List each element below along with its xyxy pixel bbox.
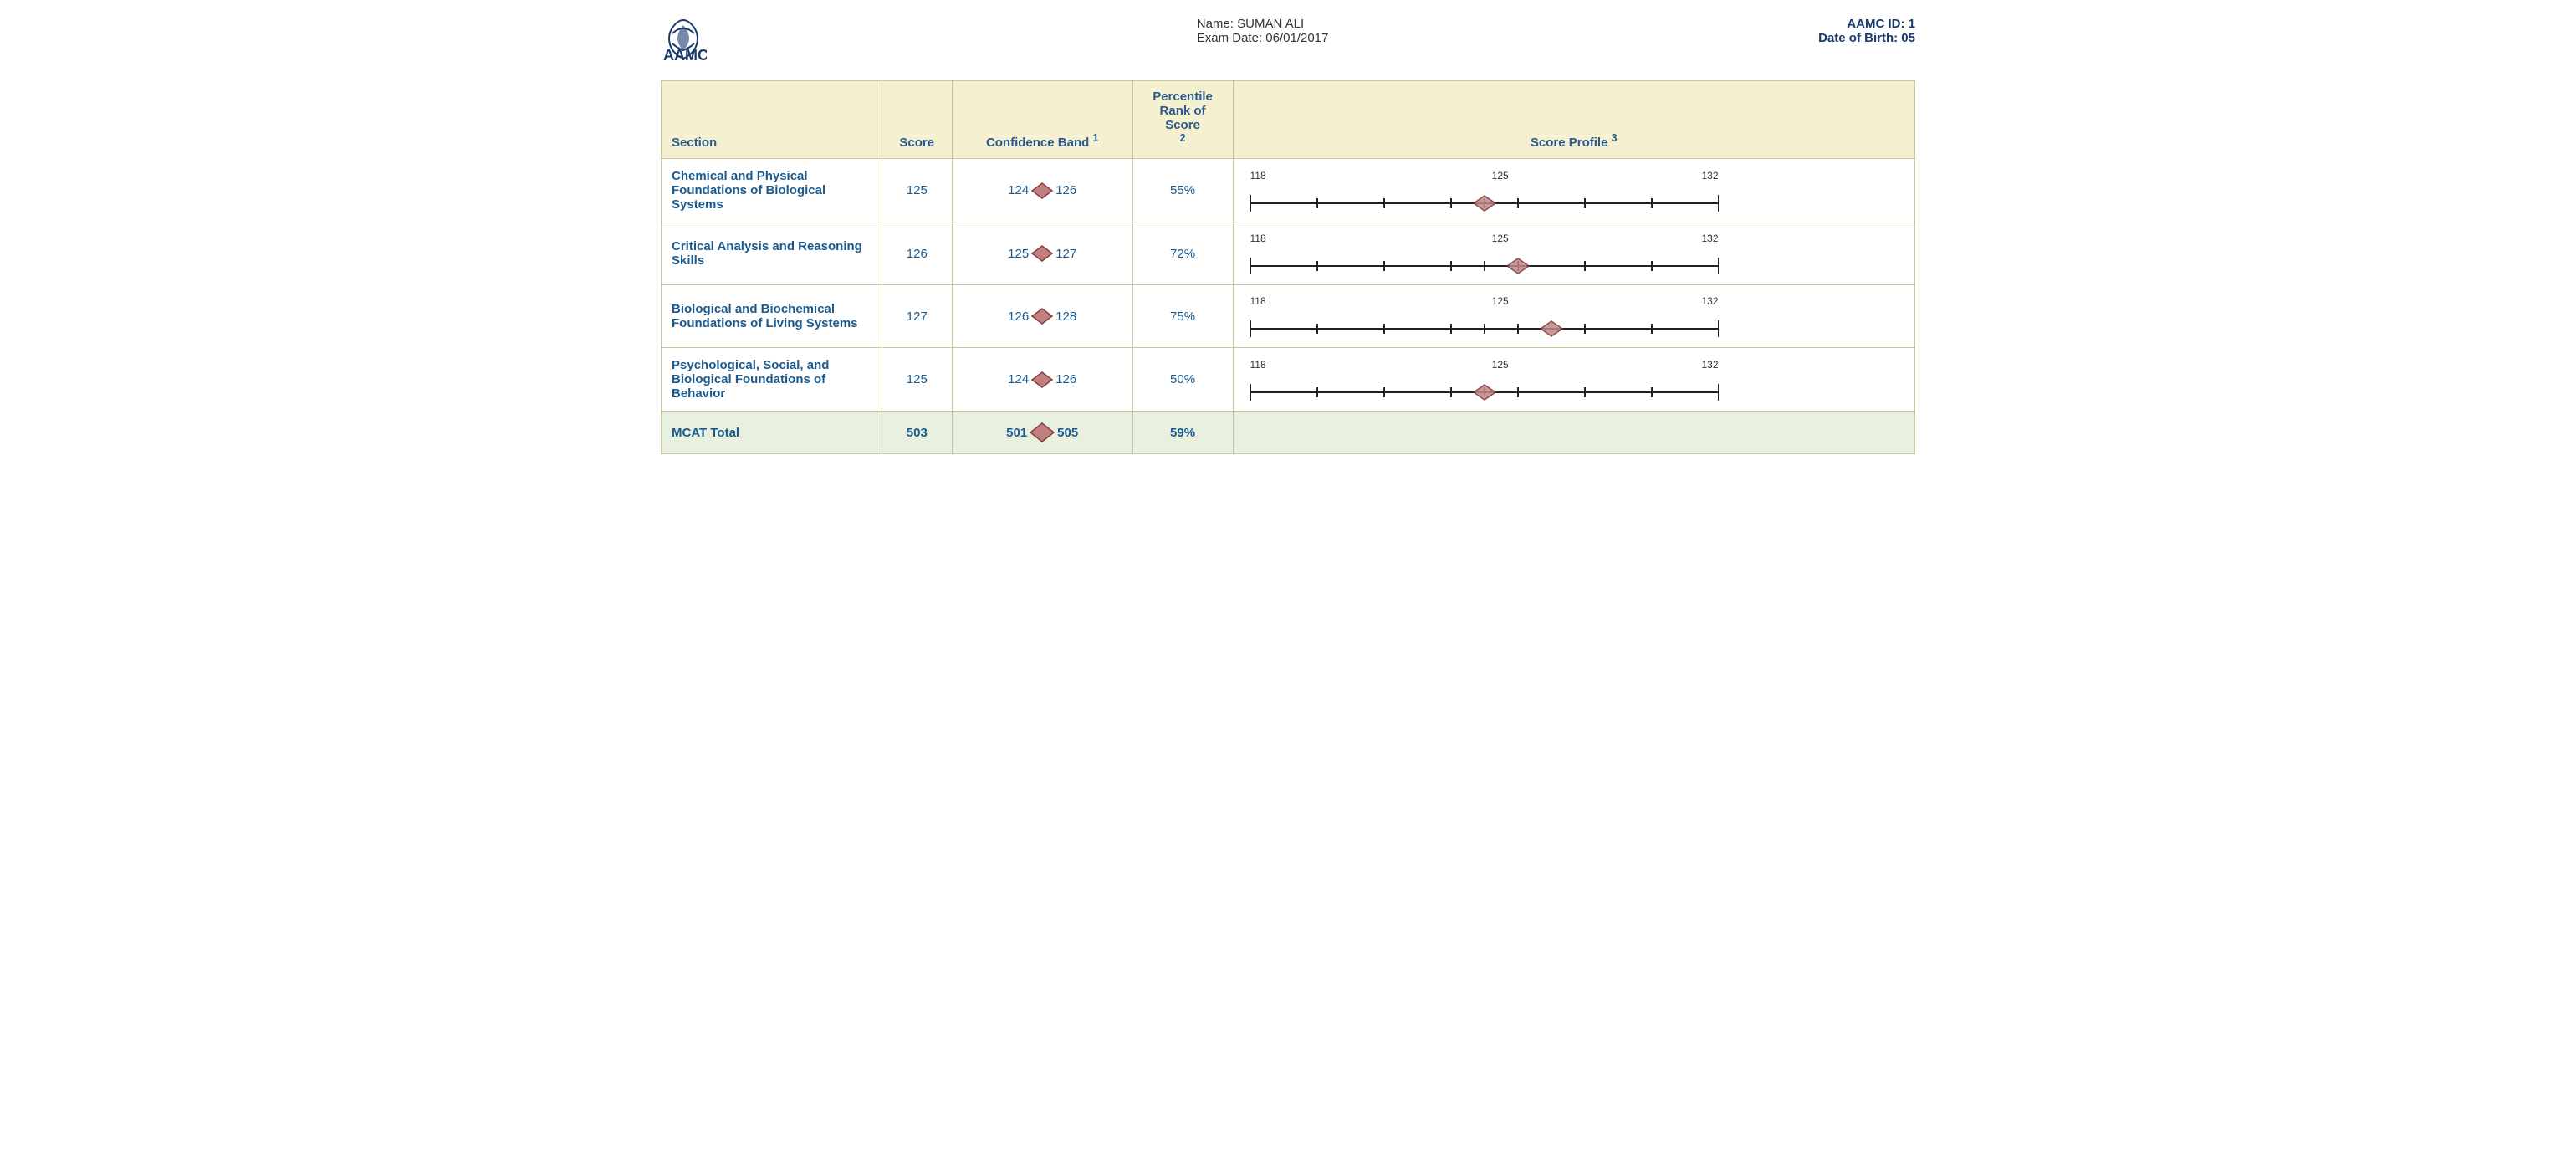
section-name: Critical Analysis and Reasoning Skills [662, 222, 882, 285]
percentile-value: 50% [1132, 348, 1233, 412]
header-score: Score [882, 81, 952, 159]
score-value: 125 [882, 348, 952, 412]
score-value: 125 [882, 159, 952, 222]
header-right: AAMC ID: 1 Date of Birth: 05 [1818, 17, 1915, 45]
confidence-band: 125 127 [952, 222, 1132, 285]
table-header-row: Section Score Confidence Band 1 Percenti… [662, 81, 1915, 159]
header-center: Name: SUMAN ALI Exam Date: 06/01/2017 [1197, 17, 1329, 45]
header: AAMC Name: SUMAN ALI Exam Date: 06/01/20… [661, 17, 1915, 67]
aamc-logo-symbol: AAMC [661, 17, 707, 67]
total-confidence: 501 505 [952, 412, 1132, 454]
aamc-id-field: AAMC ID: 1 [1818, 17, 1915, 31]
svg-text:AAMC: AAMC [663, 47, 707, 63]
header-section: Section [662, 81, 882, 159]
percentile-value: 75% [1132, 285, 1233, 348]
profile-chart: 118125132 [1233, 159, 1915, 222]
section-name: Biological and Biochemical Foundations o… [662, 285, 882, 348]
header-confidence: Confidence Band 1 [952, 81, 1132, 159]
table-row: Biological and Biochemical Foundations o… [662, 285, 1915, 348]
score-value: 127 [882, 285, 952, 348]
total-row: MCAT Total 503 501 505 59% [662, 412, 1915, 454]
total-section-name: MCAT Total [662, 412, 882, 454]
profile-chart: 118125132 [1233, 222, 1915, 285]
total-score: 503 [882, 412, 952, 454]
confidence-band: 126 128 [952, 285, 1132, 348]
name-field: Name: SUMAN ALI [1197, 17, 1329, 31]
confidence-band: 124 126 [952, 348, 1132, 412]
total-profile [1233, 412, 1915, 454]
table-row: Critical Analysis and Reasoning Skills 1… [662, 222, 1915, 285]
page-container: AAMC Name: SUMAN ALI Exam Date: 06/01/20… [644, 0, 1932, 471]
dob-field: Date of Birth: 05 [1818, 31, 1915, 45]
section-name: Chemical and Physical Foundations of Bio… [662, 159, 882, 222]
scores-table: Section Score Confidence Band 1 Percenti… [661, 80, 1915, 454]
table-row: Psychological, Social, and Biological Fo… [662, 348, 1915, 412]
header-profile: Score Profile 3 [1233, 81, 1915, 159]
percentile-value: 72% [1132, 222, 1233, 285]
logo-area: AAMC [661, 17, 707, 67]
confidence-band: 124 126 [952, 159, 1132, 222]
profile-chart: 118125132 [1233, 348, 1915, 412]
table-row: Chemical and Physical Foundations of Bio… [662, 159, 1915, 222]
header-percentile: Percentile Rank of Score 2 [1132, 81, 1233, 159]
profile-chart: 118125132 [1233, 285, 1915, 348]
section-name: Psychological, Social, and Biological Fo… [662, 348, 882, 412]
score-value: 126 [882, 222, 952, 285]
percentile-value: 55% [1132, 159, 1233, 222]
total-percentile: 59% [1132, 412, 1233, 454]
exam-date-field: Exam Date: 06/01/2017 [1197, 31, 1329, 45]
